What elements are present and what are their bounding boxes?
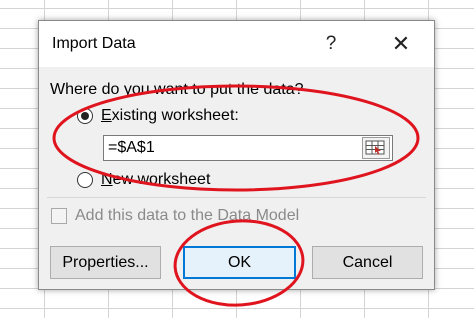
cancel-button[interactable]: Cancel: [312, 246, 423, 279]
import-data-dialog: Import Data ? ✕ Where do you want to put…: [38, 20, 435, 290]
help-button[interactable]: ?: [313, 29, 349, 59]
dialog-divider: [47, 197, 426, 198]
data-model-option[interactable]: Add this data to the Data Model: [51, 207, 299, 225]
close-icon[interactable]: ✕: [383, 29, 419, 59]
cell-reference-input[interactable]: =$A$1: [103, 135, 393, 161]
dialog-titlebar: Import Data ? ✕: [39, 21, 434, 67]
dialog-title: Import Data: [52, 35, 136, 52]
existing-worksheet-label: Existing worksheet:: [101, 107, 239, 124]
existing-worksheet-option[interactable]: Existing worksheet:: [77, 107, 239, 125]
existing-worksheet-radio[interactable]: [77, 108, 93, 124]
new-worksheet-option[interactable]: New worksheet: [77, 171, 210, 189]
new-worksheet-radio[interactable]: [77, 172, 93, 188]
radio-selected-dot: [81, 112, 89, 120]
ok-button[interactable]: OK: [183, 246, 296, 279]
data-model-checkbox[interactable]: [51, 208, 67, 224]
new-worksheet-label: New worksheet: [101, 171, 211, 188]
range-selector-button[interactable]: [362, 137, 390, 159]
data-model-label: Add this data to the Data Model: [75, 207, 300, 224]
properties-button[interactable]: Properties...: [50, 246, 161, 279]
range-selector-icon: [365, 140, 385, 155]
location-prompt: Where do you want to put the data?: [50, 81, 304, 98]
